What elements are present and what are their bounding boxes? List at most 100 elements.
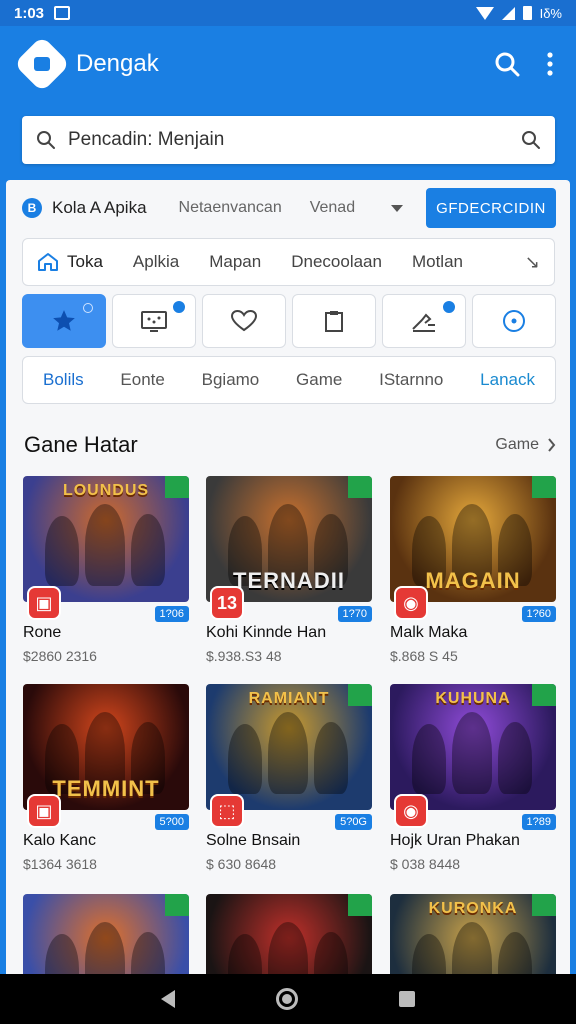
search-submit-icon[interactable]	[521, 130, 541, 150]
game-app-icon: ◉	[394, 586, 428, 620]
tv-icon	[141, 311, 167, 332]
category-item-3[interactable]: Dnecoolaan	[291, 252, 382, 272]
game-thumbnail[interactable]	[23, 894, 189, 980]
content-panel: B Kola A Apika Netaenvancan Venad GFDECR…	[6, 180, 570, 980]
notification-icon	[54, 6, 71, 20]
game-card[interactable]: KUHUNA ◉ 1?89 Hojk Uran Phakan $ 038 844…	[390, 684, 556, 872]
search-field-icon	[37, 131, 55, 149]
game-thumbnail[interactable]: MAGAIN	[390, 476, 556, 602]
system-nav-bar	[0, 974, 576, 1024]
game-meta: $ 630 8648	[206, 856, 277, 872]
game-art-title: KURONKA	[428, 900, 518, 917]
filter-row: B Kola A Apika Netaenvancan Venad GFDECR…	[22, 188, 556, 228]
tools-icon	[412, 313, 435, 332]
game-thumbnail[interactable]: KURONKA	[390, 894, 556, 980]
game-card[interactable]: LOUNDUS ▣ 1?06 Rone $2860 2316	[23, 476, 189, 664]
game-card[interactable]	[23, 894, 189, 980]
category-item-4[interactable]: Motlan	[412, 252, 463, 272]
home-icon	[38, 253, 58, 271]
game-name: Kalo Kanc	[23, 832, 96, 849]
status-time: 1:03	[14, 4, 45, 22]
character-figure	[452, 922, 492, 980]
character-figure	[131, 932, 165, 980]
wifi-icon	[475, 6, 494, 20]
game-name: Solne Bnsain	[206, 832, 301, 849]
signal-icon	[501, 6, 515, 20]
ribbon-badge	[348, 894, 372, 916]
category-item-2[interactable]: Mapan	[209, 252, 261, 272]
game-app-icon: ▣	[27, 794, 61, 828]
game-badge: 1?70	[337, 606, 372, 622]
tab-5[interactable]: IStarnno	[379, 370, 443, 390]
battery-text: Іδ%	[539, 5, 562, 21]
game-badge: 1?89	[521, 814, 556, 830]
game-card[interactable]: TERNADII 13 1?70 Kohi Kinnde Han $.938.S…	[206, 476, 372, 664]
game-meta: $1364 3618	[23, 856, 97, 872]
game-badge: 1?60	[521, 606, 556, 622]
quick-button-clipboard[interactable]	[292, 294, 376, 348]
character-figure	[268, 712, 308, 794]
expand-arrow-icon[interactable]: ↘	[525, 252, 540, 273]
search-icon[interactable]	[494, 51, 520, 77]
game-card[interactable]: KURONKA	[390, 894, 556, 980]
game-meta: $ 038 8448	[390, 856, 461, 872]
character-figure	[452, 712, 492, 794]
filter-option-1[interactable]: Netaenvancan	[179, 199, 282, 217]
quick-icon-row	[22, 294, 556, 348]
primary-action-button[interactable]: GFDECRCIDIN	[426, 188, 556, 228]
more-vert-icon[interactable]	[546, 52, 554, 76]
status-bar: 1:03 Іδ%	[0, 0, 576, 26]
star-icon	[53, 310, 75, 331]
filter-label: Kola A Apika	[52, 198, 147, 217]
quick-button-heart[interactable]	[202, 294, 286, 348]
home-button-icon[interactable]	[275, 988, 298, 1010]
character-figure	[498, 722, 532, 794]
search-input[interactable]: Pencadin: Menjain	[68, 129, 521, 151]
game-meta: $2860 2316	[23, 648, 97, 664]
chevron-down-icon[interactable]	[391, 204, 404, 212]
game-thumbnail[interactable]: TERNADII	[206, 476, 372, 602]
character-figure	[131, 514, 165, 586]
game-thumbnail[interactable]: TEMMINT	[23, 684, 189, 810]
tab-4[interactable]: Game	[296, 370, 342, 390]
tab-6[interactable]: Lanack	[480, 370, 535, 390]
game-meta: $.938.S3 48	[206, 648, 282, 664]
character-figure	[85, 504, 125, 586]
category-home[interactable]: Toka	[37, 252, 103, 272]
store-logo-icon[interactable]	[13, 35, 71, 93]
game-card[interactable]: RAMIANT ⬚ 5?0G Solne Bnsain $ 630 8648	[206, 684, 372, 872]
quick-button-star[interactable]	[22, 294, 106, 348]
recent-apps-icon[interactable]	[399, 991, 416, 1007]
section-header: Gane Hatar Game	[24, 430, 556, 460]
quick-button-circle[interactable]	[472, 294, 556, 348]
character-figure	[498, 932, 532, 980]
quick-button-tv[interactable]	[112, 294, 196, 348]
section-title: Gane Hatar	[24, 432, 138, 457]
battery-icon	[522, 6, 532, 20]
game-card[interactable]: MAGAIN ◉ 1?60 Malk Maka $.868 S 45	[390, 476, 556, 664]
see-more-label: Game	[495, 436, 539, 453]
see-more-link[interactable]: Game	[495, 436, 556, 454]
back-icon[interactable]	[160, 990, 175, 1008]
ribbon-badge	[348, 476, 372, 498]
game-card[interactable]	[206, 894, 372, 980]
tab-3[interactable]: Bgiamo	[202, 370, 260, 390]
quick-button-tools[interactable]	[382, 294, 466, 348]
notification-dot	[171, 299, 187, 315]
filter-option-2[interactable]: Venad	[310, 199, 355, 217]
game-thumbnail[interactable]: LOUNDUS	[23, 476, 189, 602]
tab-2[interactable]: Eonte	[120, 370, 164, 390]
game-thumbnail[interactable]: RAMIANT	[206, 684, 372, 810]
game-app-icon: ▣	[27, 586, 61, 620]
tab-1[interactable]: Bolils	[43, 370, 84, 390]
character-figure	[268, 922, 308, 980]
character-figure	[228, 724, 262, 794]
game-thumbnail[interactable]	[206, 894, 372, 980]
clipboard-icon	[325, 311, 343, 332]
game-card[interactable]: TEMMINT ▣ 5?00 Kalo Kanc $1364 3618	[23, 684, 189, 872]
game-thumbnail[interactable]: KUHUNA	[390, 684, 556, 810]
search-bar[interactable]: Pencadin: Menjain	[22, 116, 555, 164]
game-art-title: RAMIANT	[248, 690, 330, 707]
character-figure	[85, 922, 125, 980]
category-item-1[interactable]: Aplkia	[133, 252, 179, 272]
